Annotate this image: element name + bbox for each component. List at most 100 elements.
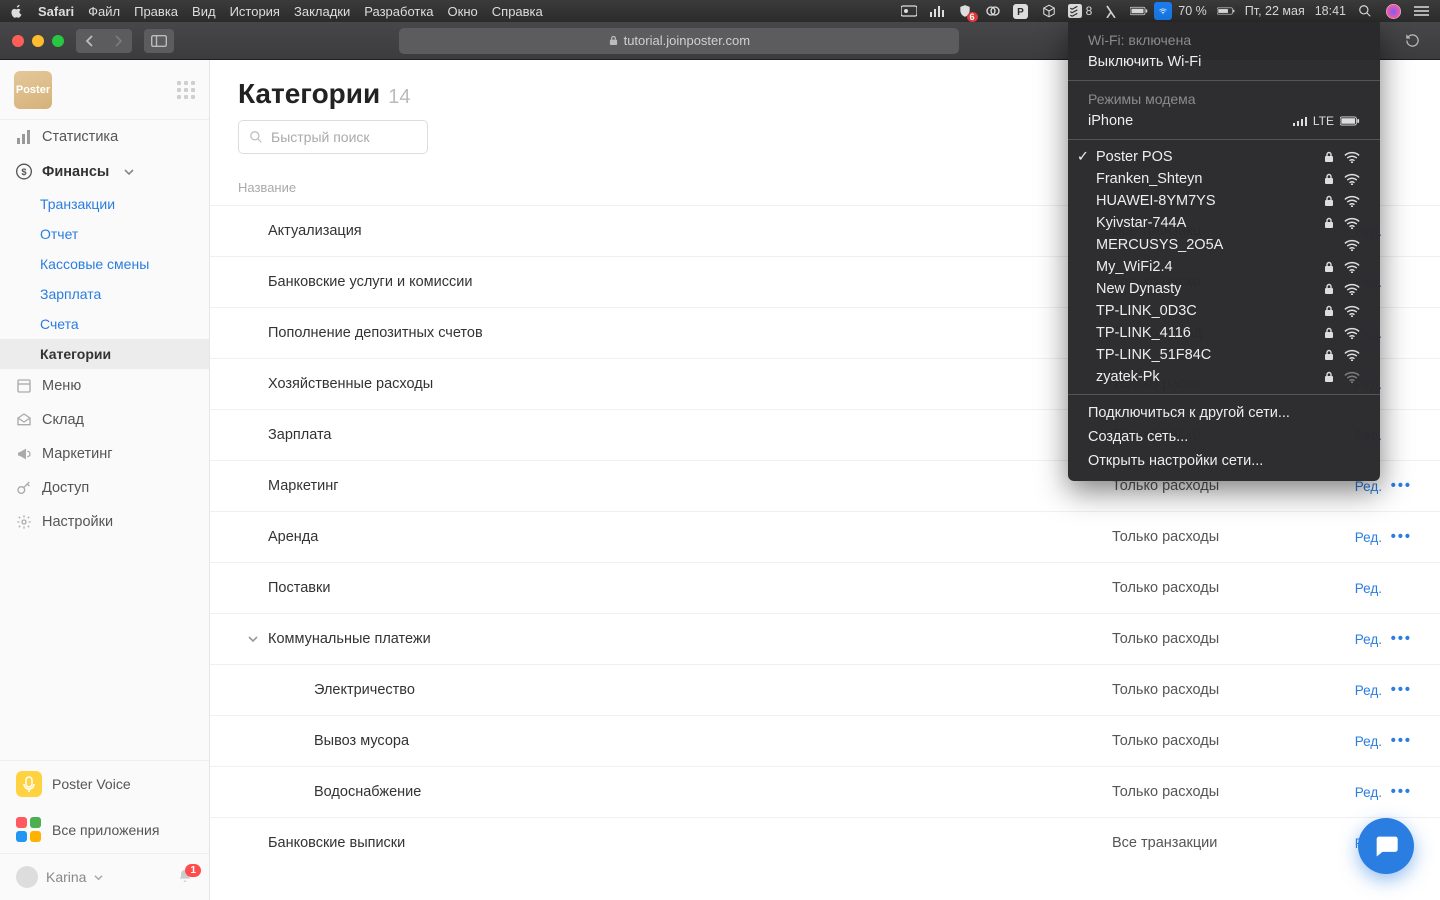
reload-button[interactable] [1398, 33, 1428, 48]
all-apps-icon [16, 817, 42, 843]
wifi-network[interactable]: New Dynasty [1068, 278, 1380, 300]
siri-icon[interactable] [1384, 2, 1402, 20]
sidebar-salary[interactable]: Зарплата [0, 279, 209, 309]
wifi-network[interactable]: Kyivstar-744A [1068, 212, 1380, 234]
wifi-toggle[interactable]: Выключить Wi-Fi [1068, 50, 1380, 74]
chat-button[interactable] [1358, 818, 1414, 874]
apps-grid-icon[interactable] [177, 81, 195, 99]
wifi-dropdown: Wi-Fi: включена Выключить Wi-Fi Режимы м… [1068, 22, 1380, 481]
menubar-date[interactable]: Пт, 22 мая [1245, 4, 1305, 18]
wifi-create[interactable]: Создать сеть... [1068, 425, 1380, 449]
sidebar-report[interactable]: Отчет [0, 219, 209, 249]
more-button[interactable]: ••• [1382, 478, 1412, 494]
edit-button[interactable]: Ред. [1342, 632, 1382, 647]
battery-icon[interactable] [1217, 2, 1235, 20]
row-name: Зарплата [268, 427, 332, 443]
url-bar[interactable]: tutorial.joinposter.com [399, 28, 959, 54]
avatar [16, 866, 38, 888]
more-button[interactable]: ••• [1382, 733, 1412, 749]
edit-button[interactable]: Ред. [1342, 785, 1382, 800]
hotspot-iphone[interactable]: iPhone LTE [1068, 109, 1380, 133]
lambda-icon[interactable] [1102, 2, 1120, 20]
edit-button[interactable]: Ред. [1342, 734, 1382, 749]
wifi-network[interactable]: TP-LINK_0D3C [1068, 300, 1380, 322]
sidebar-finance[interactable]: $ Финансы [0, 154, 209, 189]
menu-edit[interactable]: Правка [134, 4, 178, 19]
table-row[interactable]: Водоснабжение Только расходы Ред. ••• [210, 766, 1440, 817]
more-button[interactable]: ••• [1382, 784, 1412, 800]
menu-view[interactable]: Вид [192, 4, 216, 19]
items-count: 14 [388, 86, 410, 108]
sidebar-stock[interactable]: Склад [0, 403, 209, 437]
wifi-network[interactable]: MERCUSYS_2O5A [1068, 234, 1380, 256]
p-icon[interactable]: P [1012, 2, 1030, 20]
table-row[interactable]: Поставки Только расходы Ред. [210, 562, 1440, 613]
poster-logo[interactable]: Poster [14, 71, 52, 109]
table-row[interactable]: Вывоз мусора Только расходы Ред. ••• [210, 715, 1440, 766]
sidebar-categories[interactable]: Категории [0, 339, 209, 369]
cc-icon[interactable] [984, 2, 1002, 20]
notifications-button[interactable]: 1 [177, 868, 193, 887]
sidebar-access[interactable]: Доступ [0, 471, 209, 505]
network-name: TP-LINK_4116 [1096, 325, 1318, 341]
sidebar-menu[interactable]: Меню [0, 369, 209, 403]
cube-icon[interactable] [1040, 2, 1058, 20]
apple-icon[interactable] [10, 4, 24, 18]
battery-menu-icon[interactable] [1130, 2, 1148, 20]
menu-window[interactable]: Окно [448, 4, 478, 19]
sidebar-transactions[interactable]: Транзакции [0, 189, 209, 219]
edit-button[interactable]: Ред. [1342, 581, 1382, 596]
wifi-network[interactable]: TP-LINK_51F84C [1068, 344, 1380, 366]
wifi-status: Wi-Fi: включена [1068, 28, 1380, 50]
sidebar-toggle-button[interactable] [144, 29, 174, 53]
wifi-network[interactable]: zyatek-Pk [1068, 366, 1380, 388]
todoist-icon[interactable]: 8 [1068, 2, 1093, 20]
wifi-network[interactable]: TP-LINK_4116 [1068, 322, 1380, 344]
back-button[interactable] [76, 29, 104, 53]
wifi-icon[interactable] [1154, 2, 1172, 20]
sidebar-stats[interactable]: Статистика [0, 120, 209, 154]
row-allowed: Только расходы [1112, 580, 1342, 596]
menubar-time[interactable]: 18:41 [1315, 4, 1346, 18]
menu-bookmarks[interactable]: Закладки [294, 4, 350, 19]
wifi-prefs[interactable]: Открыть настройки сети... [1068, 449, 1380, 473]
forward-button[interactable] [104, 29, 132, 53]
expand-icon[interactable] [238, 634, 268, 644]
app-name[interactable]: Safari [38, 4, 74, 19]
menu-develop[interactable]: Разработка [364, 4, 433, 19]
shield-badge-icon[interactable]: 6 [956, 2, 974, 20]
menu-file[interactable]: Файл [88, 4, 120, 19]
edit-button[interactable]: Ред. [1342, 530, 1382, 545]
sidebar-accounts[interactable]: Счета [0, 309, 209, 339]
zoom-icon[interactable] [900, 2, 918, 20]
macos-menubar: Safari Файл Правка Вид История Закладки … [0, 0, 1440, 22]
wifi-join-other[interactable]: Подключиться к другой сети... [1068, 401, 1380, 425]
sidebar-shifts[interactable]: Кассовые смены [0, 249, 209, 279]
sidebar-marketing[interactable]: Маркетинг [0, 437, 209, 471]
more-button[interactable]: ••• [1382, 529, 1412, 545]
notification-center-icon[interactable] [1412, 2, 1430, 20]
wifi-network[interactable]: My_WiFi2.4 [1068, 256, 1380, 278]
table-row[interactable]: Аренда Только расходы Ред. ••• [210, 511, 1440, 562]
more-button[interactable]: ••• [1382, 682, 1412, 698]
wifi-network[interactable]: ✓ Poster POS [1068, 146, 1380, 168]
wifi-network[interactable]: HUAWEI-8YM7YS [1068, 190, 1380, 212]
stats-icon[interactable] [928, 2, 946, 20]
sidebar-settings[interactable]: Настройки [0, 505, 209, 539]
table-row[interactable]: Электричество Только расходы Ред. ••• [210, 664, 1440, 715]
menu-history[interactable]: История [230, 4, 280, 19]
user-menu[interactable]: Karina 1 [0, 853, 209, 900]
window-controls[interactable] [12, 35, 64, 47]
table-row[interactable]: Банковские выписки Все транзакции Ред. •… [210, 817, 1440, 868]
edit-button[interactable]: Ред. [1342, 683, 1382, 698]
search-input[interactable]: Быстрый поиск [238, 120, 428, 154]
wifi-network[interactable]: Franken_Shteyn [1068, 168, 1380, 190]
row-name: Хозяйственные расходы [268, 376, 433, 392]
poster-voice-link[interactable]: Poster Voice [0, 761, 209, 807]
spotlight-icon[interactable] [1356, 2, 1374, 20]
table-row[interactable]: Коммунальные платежи Только расходы Ред.… [210, 613, 1440, 664]
more-button[interactable]: ••• [1382, 631, 1412, 647]
battery-icon [1340, 116, 1360, 126]
menu-help[interactable]: Справка [492, 4, 543, 19]
all-apps-link[interactable]: Все приложения [0, 807, 209, 853]
